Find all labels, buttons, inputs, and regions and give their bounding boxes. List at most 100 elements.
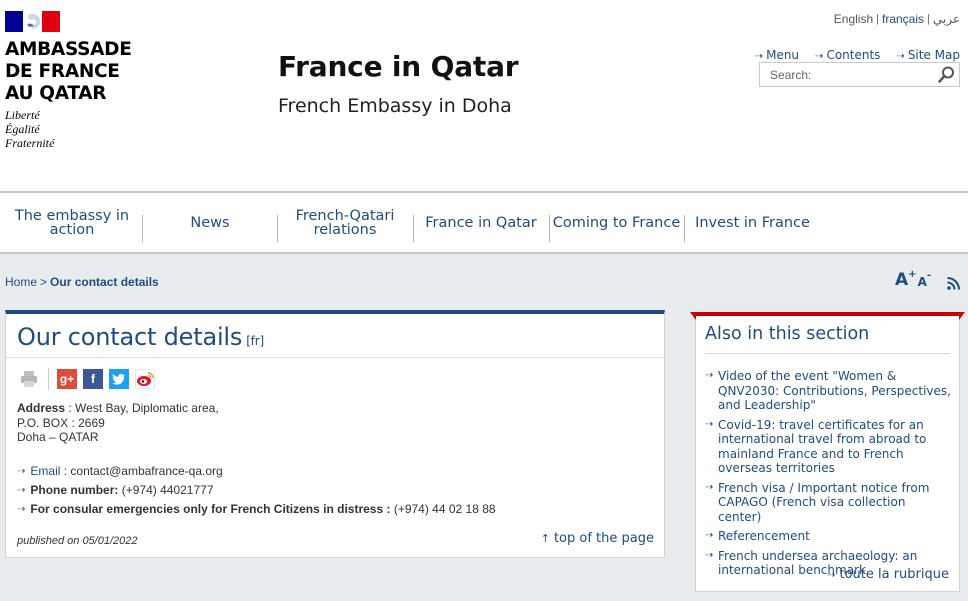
address-line: Doha – QATAR [17,430,99,444]
site-subtitle: French Embassy in Doha [278,95,512,117]
republic-motto: Liberté Égalité Fraternité [5,108,132,150]
related-item[interactable]: ⇢ Video of the event "Women & QNV2030: Co… [705,369,951,413]
breadcrumb-home[interactable]: Home [5,275,37,289]
breadcrumb-current: Our contact details [50,275,159,289]
header-tools: ⇢ Menu ⇢ Contents ⇢ Site Map [755,48,960,62]
font-decrease-letter: A [917,275,927,289]
panel-corner [959,312,965,320]
lang-separator: | [927,13,930,25]
embassy-name-line: AU QATAR [5,83,107,104]
motto-line: Égalité [5,122,40,136]
related-item[interactable]: ⇢ Referencement [705,529,951,544]
font-size-controls: A+ A- [895,269,932,290]
share-divider [48,368,49,390]
related-item[interactable]: ⇢ French visa / Important notice from CAP… [705,481,951,525]
contents-label: Contents [826,48,881,62]
related-item-label: Referencement [718,529,810,543]
address-line: P.O. BOX : 2669 [17,415,105,430]
whole-section-link[interactable]: ⇢ toute la rubrique [827,567,949,582]
arrow-right-icon: ⇢ [827,570,836,581]
facebook-icon[interactable]: f [83,369,103,389]
lang-separator: | [876,13,879,25]
article-panel: Our contact details [fr] g+ f Address : W… [5,310,665,558]
font-increase-sign: + [908,269,917,280]
nav-item-embassy-in-action[interactable]: The embassy in action [7,193,137,252]
related-section-title: Also in this section [705,324,870,344]
address-value: West Bay, Diplomatic area, [75,401,219,415]
menu-label: Menu [766,48,800,62]
marianne-profile-icon [27,13,41,29]
address-line: Address : West Bay, Diplomatic area, [17,401,219,415]
lang-french[interactable]: français [882,12,924,26]
search-box [759,62,960,87]
font-decrease-button[interactable]: A- [917,270,932,290]
contact-email-row: ⇢ Email : contact@ambafrance-qa.org [17,462,496,481]
address-label: Address [17,401,66,415]
embassy-name-line: DE FRANCE [5,61,120,82]
contents-link[interactable]: ⇢ Contents [815,48,880,62]
address-block: Address : West Bay, Diplomatic area, P.O… [17,401,219,445]
title-divider [6,357,664,358]
nav-item-french-qatari-relations[interactable]: French-Qatari relations [278,193,412,252]
arrow-right-icon: ⇢ [705,549,714,561]
page-title-text: Our contact details [17,323,243,351]
motto-line: Fraternité [5,136,55,150]
arrow-right-icon: ⇢ [705,370,714,381]
print-icon[interactable] [20,370,38,388]
email-link[interactable]: Email [30,462,60,481]
related-section-panel: Also in this section ⇢ Video of the event… [690,312,965,592]
lang-arabic[interactable]: عربي [933,12,960,26]
nav-item-invest-in-france[interactable]: Invest in France [685,193,820,252]
phone-value: (+974) 44021777 [121,483,214,497]
published-date: published on 05/01/2022 [17,535,138,547]
arrow-up-icon: ↑ [540,532,550,545]
menu-link[interactable]: ⇢ Menu [755,48,799,62]
arrow-right-icon: ⇢ [754,51,764,62]
top-of-page-link[interactable]: ↑ top of the page [541,531,654,546]
french-version-link[interactable]: [fr] [246,334,264,348]
embassy-name: AMBASSADE DE FRANCE AU QATAR [5,39,132,105]
related-item-label: French visa / Important notice from CAPA… [718,480,930,524]
arrow-right-icon: ⇢ [705,481,714,493]
contact-phone-row: ⇢ Phone number: (+974) 44021777 [17,481,496,500]
arrow-right-icon: ⇢ [705,530,714,541]
emergency-value: (+974) 44 02 18 88 [393,502,496,516]
motto-line: Liberté [5,108,40,122]
contact-list: ⇢ Email : contact@ambafrance-qa.org ⇢ Ph… [17,462,496,519]
panel-corner [690,312,696,320]
arrow-right-icon: ⇢ [17,504,26,515]
emergency-label: For consular emergencies only for French… [30,502,391,516]
font-decrease-sign: - [926,270,932,281]
nav-item-coming-to-france[interactable]: Coming to France [550,193,683,252]
breadcrumb-separator: > [40,275,48,289]
rss-icon[interactable] [947,277,960,290]
search-input[interactable] [760,67,933,82]
related-list: ⇢ Video of the event "Women & QNV2030: Co… [705,369,951,583]
related-item[interactable]: ⇢ Covid-19: travel certificates for an in… [705,418,951,476]
whole-section-label: toute la rubrique [839,567,949,582]
sitemap-link[interactable]: ⇢ Site Map [896,48,960,62]
arrow-right-icon: ⇢ [17,466,26,477]
google-plus-icon[interactable]: g+ [57,369,77,389]
font-increase-button[interactable]: A+ [895,269,917,290]
arrow-right-icon: ⇢ [815,51,824,62]
sitemap-label: Site Map [907,48,960,62]
contact-emergency-row: ⇢ For consular emergencies only for Fren… [17,500,496,519]
language-switcher: English | français | عربي [834,12,960,26]
weibo-icon[interactable] [135,369,155,389]
arrow-right-icon: ⇢ [705,418,714,430]
search-icon[interactable] [933,63,959,87]
email-value: contact@ambafrance-qa.org [70,464,223,478]
marianne-flag-logo [5,11,60,32]
twitter-icon[interactable] [109,369,129,389]
nav-item-france-in-qatar[interactable]: France in Qatar [414,193,548,252]
site-title: France in Qatar [278,50,519,83]
breadcrumb: Home > Our contact details [5,275,159,289]
lang-english[interactable]: English [834,12,873,26]
site-header: AMBASSADE DE FRANCE AU QATAR Liberté Éga… [0,0,968,191]
embassy-logo[interactable]: AMBASSADE DE FRANCE AU QATAR Liberté Éga… [5,11,132,150]
arrow-right-icon: ⇢ [17,485,26,496]
nav-item-news[interactable]: News [143,193,277,252]
related-divider [705,353,950,354]
font-increase-letter: A [895,270,909,290]
